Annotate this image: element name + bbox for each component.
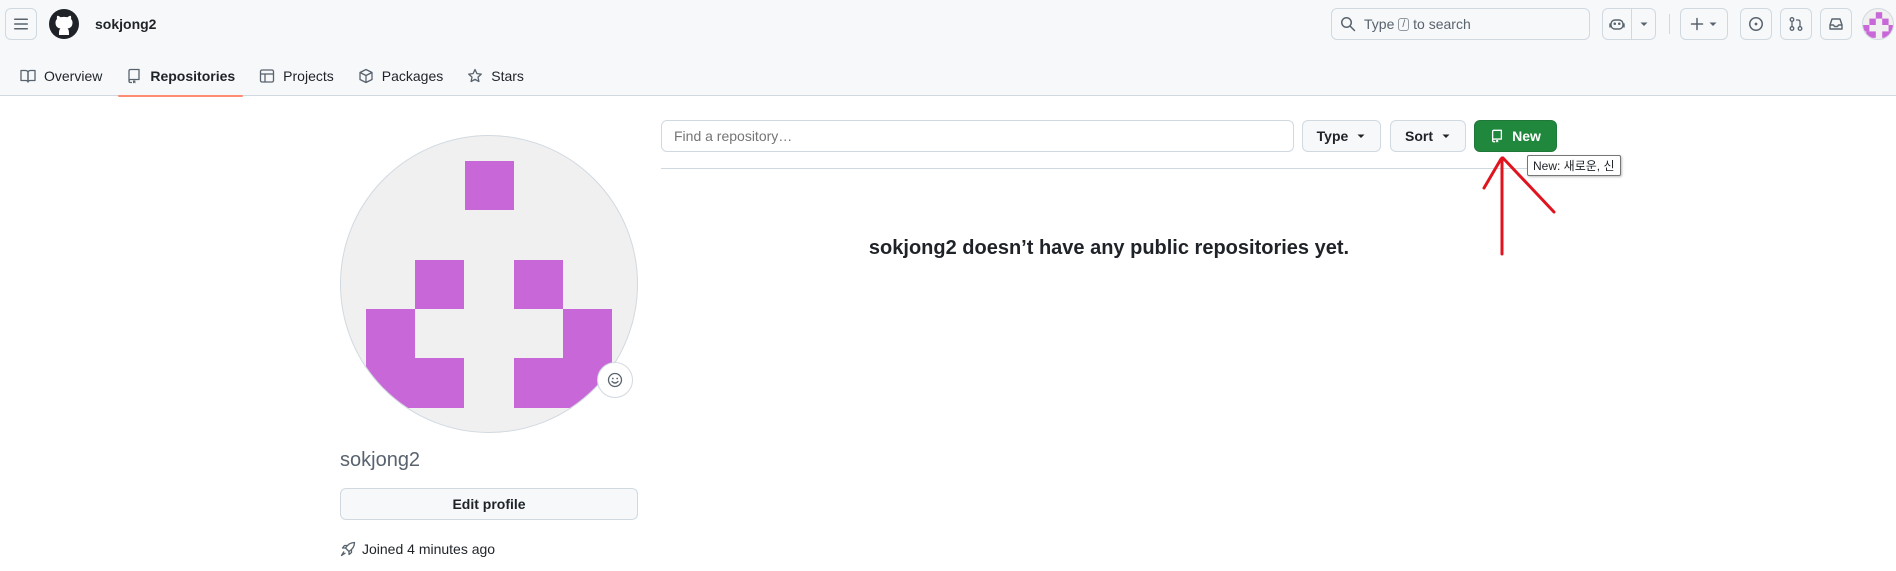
triangle-down-icon	[1709, 22, 1717, 26]
repo-icon	[128, 68, 141, 84]
plus-icon	[1690, 17, 1704, 31]
triangle-down-icon	[1357, 134, 1365, 138]
header-username[interactable]: sokjong2	[95, 16, 156, 32]
type-filter-label: Type	[1316, 128, 1349, 144]
profile-username: sokjong2	[340, 449, 421, 471]
tab-overview[interactable]: Overview	[12, 56, 110, 96]
hamburger-menu-icon	[14, 18, 28, 30]
type-filter-button[interactable]: Type	[1302, 120, 1381, 152]
search-hint-before: Type	[1364, 16, 1395, 32]
tab-packages[interactable]: Packages	[350, 56, 451, 96]
inbox-button[interactable]	[1820, 8, 1852, 40]
copilot-button-group	[1602, 8, 1656, 40]
triangle-down-icon	[1442, 134, 1450, 138]
issues-button[interactable]	[1740, 8, 1772, 40]
tab-stars[interactable]: Stars	[459, 56, 532, 96]
tab-label: Packages	[381, 68, 444, 84]
tab-label: Overview	[44, 68, 103, 84]
global-search-input[interactable]: Type / to search	[1331, 8, 1590, 40]
rocket-icon	[340, 541, 356, 557]
menu-button[interactable]	[5, 8, 37, 40]
sort-button[interactable]: Sort	[1390, 120, 1466, 152]
copilot-button[interactable]	[1603, 9, 1633, 39]
package-icon	[359, 68, 373, 84]
search-hint-after: to search	[1413, 16, 1471, 32]
triangle-down-icon	[1640, 22, 1648, 26]
tab-projects[interactable]: Projects	[251, 56, 342, 96]
pull-requests-button[interactable]	[1780, 8, 1812, 40]
book-icon	[20, 69, 36, 83]
table-icon	[260, 69, 275, 83]
smiley-icon	[607, 372, 623, 388]
joined-text: Joined 4 minutes ago	[362, 541, 496, 557]
avatar-identicon	[1863, 12, 1893, 38]
repository-search-input[interactable]	[661, 120, 1294, 152]
star-icon	[468, 68, 483, 83]
edit-profile-button[interactable]: Edit profile	[340, 488, 638, 520]
profile-avatar	[340, 135, 638, 433]
inbox-icon	[1829, 18, 1843, 30]
tab-label: Repositories	[150, 68, 236, 84]
repo-list-divider	[661, 168, 1557, 169]
empty-repositories-message: sokjong2 doesn’t have any public reposit…	[868, 237, 1350, 259]
search-hotkey: /	[1398, 17, 1410, 31]
joined-info: Joined 4 minutes ago	[340, 541, 495, 557]
set-status-button[interactable]	[597, 362, 633, 398]
profile-tabs: Overview Repositories Projects Packages	[12, 56, 540, 97]
user-avatar-button[interactable]	[1862, 8, 1894, 40]
app-header: sokjong2 Type / to search Overview Repos…	[0, 0, 1896, 97]
sort-label: Sort	[1405, 128, 1433, 144]
tab-label: Projects	[283, 68, 334, 84]
github-logo-icon[interactable]	[48, 8, 80, 40]
copilot-icon	[1609, 19, 1625, 30]
tab-label: Stars	[491, 68, 524, 84]
create-new-button[interactable]	[1680, 8, 1728, 40]
search-icon	[1341, 17, 1356, 32]
git-pull-request-icon	[1789, 17, 1803, 31]
issue-opened-icon	[1749, 17, 1763, 31]
new-button-tooltip: New: 새로운, 신	[1527, 155, 1621, 176]
tab-repositories[interactable]: Repositories	[118, 56, 243, 97]
header-divider	[1669, 14, 1670, 34]
copilot-dropdown-button[interactable]	[1632, 9, 1655, 39]
